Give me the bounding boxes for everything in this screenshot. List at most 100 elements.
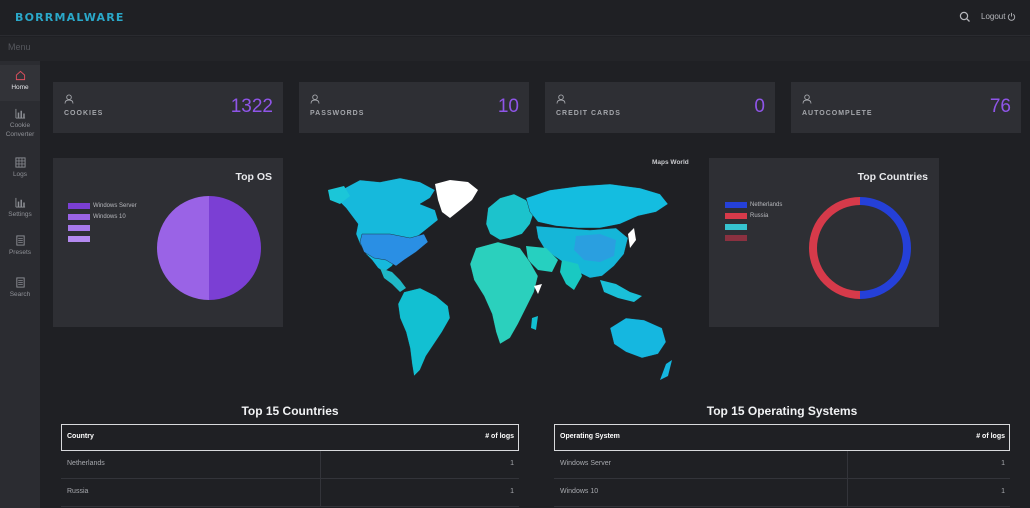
legend-item[interactable]	[68, 233, 137, 244]
column-divider	[847, 451, 848, 479]
os-table-title: Top 15 Operating Systems	[706, 404, 858, 418]
legend-label: Windows 10	[93, 213, 126, 220]
legend-swatch	[68, 213, 90, 220]
map-region-japan[interactable]	[628, 228, 636, 248]
table-cell-count: 1	[510, 488, 514, 495]
chart-slice-windows-server[interactable]	[209, 196, 261, 300]
logout-button[interactable]: Logout	[981, 12, 1016, 21]
user-icon	[64, 94, 74, 104]
legend-swatch	[725, 234, 747, 241]
sidebar-item-label: Presets	[8, 249, 32, 256]
table-row[interactable]: Netherlands 1	[61, 451, 519, 479]
table-row[interactable]: Russia 1	[61, 479, 519, 507]
app-logo[interactable]: BORRMALWARE	[15, 11, 125, 24]
column-divider	[320, 451, 321, 479]
top-os-panel: Top OS Windows Server Windows 10	[53, 158, 283, 327]
top-countries-panel: Top Countries Netherlands Russia	[709, 158, 939, 327]
column-header-os[interactable]: Operating System	[560, 433, 620, 440]
legend-item[interactable]	[725, 232, 782, 243]
panel-title: Top Countries	[857, 171, 928, 183]
stat-value: 1322	[230, 96, 273, 117]
sidebar-item-settings[interactable]: Settings	[0, 197, 40, 223]
map-region-russia[interactable]	[525, 183, 669, 229]
home-icon	[15, 70, 25, 81]
stat-title: AUTOCOMPLETE	[802, 110, 873, 117]
table-cell-os: Windows Server	[560, 460, 611, 467]
legend-label: Windows Server	[93, 202, 137, 209]
stat-card-credit-cards: CREDIT CARDS 0	[545, 82, 775, 133]
column-header-country[interactable]: Country	[67, 433, 94, 440]
map-region-south-america[interactable]	[397, 287, 451, 377]
stat-title: CREDIT CARDS	[556, 110, 621, 117]
column-header-logs[interactable]: # of logs	[485, 433, 514, 440]
chart-slice-netherlands[interactable]	[860, 197, 911, 299]
chart-slice-windows-10[interactable]	[157, 196, 209, 300]
chart-slice-russia[interactable]	[809, 197, 860, 299]
bar-chart-icon	[14, 108, 25, 119]
user-icon	[802, 94, 812, 104]
stat-card-cookies: COOKIES 1322	[53, 82, 283, 133]
stat-title: PASSWORDS	[310, 110, 365, 117]
map-region-australia[interactable]	[609, 317, 667, 359]
table-row[interactable]: Windows 10 1	[554, 479, 1010, 507]
sidebar-item-logs[interactable]: Logs	[0, 157, 40, 183]
os-table-header: Operating System # of logs	[554, 424, 1010, 451]
legend-swatch	[68, 224, 90, 231]
map-region-usa[interactable]	[359, 233, 429, 267]
search-icon[interactable]	[959, 11, 971, 23]
legend-item[interactable]: Windows 10	[68, 211, 137, 222]
table-row[interactable]: Windows Server 1	[554, 451, 1010, 479]
world-map[interactable]	[300, 168, 700, 383]
sidebar-item-label: Settings	[8, 211, 32, 218]
sidebar-item-label: Search	[9, 291, 31, 298]
map-region-central-america[interactable]	[380, 268, 406, 292]
map-region-new-zealand[interactable]	[660, 360, 672, 380]
legend-item[interactable]	[68, 222, 137, 233]
legend-swatch	[68, 235, 90, 242]
table-cell-country: Netherlands	[67, 460, 105, 467]
sidebar: Home Cookie Converter Logs Settings Pres…	[0, 61, 40, 508]
bar-chart-icon	[14, 197, 25, 208]
user-icon	[310, 94, 320, 104]
stat-value: 76	[989, 96, 1011, 117]
table-cell-os: Windows 10	[560, 488, 599, 495]
legend-swatch	[725, 201, 747, 208]
legend-swatch	[725, 223, 747, 230]
legend-swatch	[68, 202, 90, 209]
sidebar-item-presets[interactable]: Presets	[0, 235, 40, 261]
panel-title: Top OS	[235, 171, 272, 183]
menu-bar: Menu	[0, 37, 1030, 61]
table-cell-count: 1	[510, 460, 514, 467]
stat-value: 10	[497, 96, 519, 117]
map-region-madagascar[interactable]	[531, 316, 538, 330]
countries-table-header: Country # of logs	[61, 424, 519, 451]
legend-item[interactable]: Windows Server	[68, 200, 137, 211]
logout-label: Logout	[981, 12, 1006, 21]
sidebar-item-label: Home	[11, 84, 29, 91]
column-divider	[320, 479, 321, 507]
document-icon	[15, 235, 25, 246]
table-cell-count: 1	[1001, 488, 1005, 495]
user-icon	[556, 94, 566, 104]
grid-icon	[14, 157, 26, 168]
legend-swatch	[725, 212, 747, 219]
sidebar-item-cookie-converter[interactable]: Cookie Converter	[0, 108, 40, 142]
map-region-southeast-asia[interactable]	[600, 280, 642, 302]
legend-item[interactable]: Russia	[725, 210, 782, 221]
legend-item[interactable]	[725, 221, 782, 232]
table-cell-count: 1	[1001, 460, 1005, 467]
map-region-greenland[interactable]	[435, 180, 478, 218]
sidebar-item-home[interactable]: Home	[0, 65, 40, 101]
legend-item[interactable]: Netherlands	[725, 199, 782, 210]
stat-card-passwords: PASSWORDS 10	[299, 82, 529, 133]
legend-label: Russia	[750, 212, 769, 219]
os-pie-chart	[157, 196, 261, 300]
stat-value: 0	[754, 96, 765, 117]
stat-title: COOKIES	[64, 110, 104, 117]
countries-donut-chart	[809, 197, 911, 299]
sidebar-item-label: Cookie Converter	[5, 122, 35, 138]
menu-label[interactable]: Menu	[8, 42, 31, 52]
top-bar: BORRMALWARE Logout	[0, 0, 1030, 36]
sidebar-item-search[interactable]: Search	[0, 277, 40, 303]
column-header-logs[interactable]: # of logs	[976, 433, 1005, 440]
